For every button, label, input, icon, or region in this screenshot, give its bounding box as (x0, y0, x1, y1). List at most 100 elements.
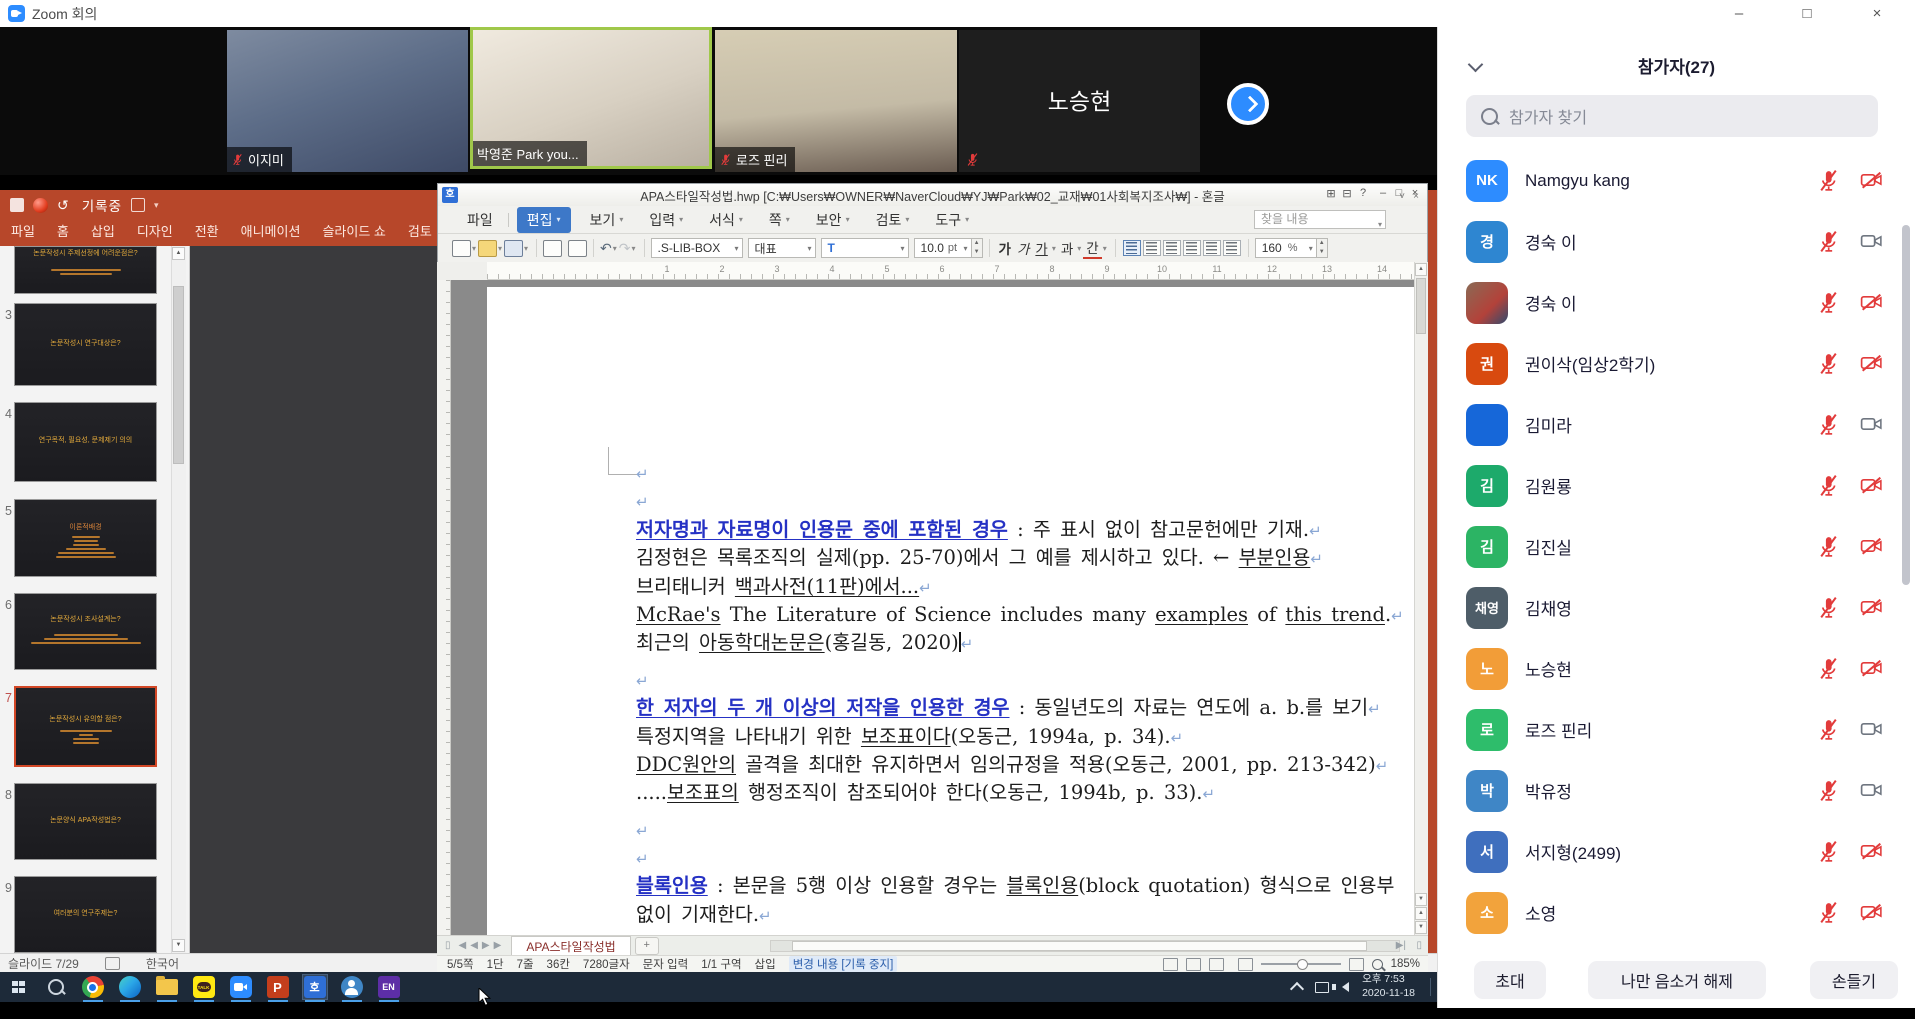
chevron-down-icon[interactable]: ▾ (524, 244, 528, 253)
document-tab[interactable]: APA스타일작성법 (511, 936, 630, 955)
zoom-dropdown[interactable]: 160%▾ (1255, 238, 1317, 258)
zoom-slider-knob[interactable] (1297, 959, 1308, 970)
chevron-down-icon[interactable]: ▾ (1103, 244, 1107, 253)
camera-off-icon[interactable] (1858, 595, 1885, 620)
participant-row[interactable]: 박 박유정 (1438, 760, 1915, 821)
align-justify-button[interactable] (1123, 240, 1141, 256)
horizontal-scroll-thumb[interactable] (792, 941, 1367, 951)
undo-icon[interactable]: ↶ (600, 240, 612, 257)
participant-search-input[interactable]: 참가자 찾기 (1466, 95, 1878, 137)
highlight-color-button[interactable]: 간 (1083, 237, 1101, 259)
qat-dropdown-icon[interactable]: ▾ (154, 200, 159, 211)
participant-row[interactable]: 노 노승현 (1438, 638, 1915, 699)
scroll-up-icon[interactable]: ▲ (172, 247, 185, 260)
mic-off-icon[interactable] (1816, 412, 1841, 437)
show-desktop-divider[interactable] (1430, 978, 1431, 996)
slide-thumbnail-3[interactable]: 논문작성시 연구대상은? (14, 303, 157, 386)
participant-row[interactable]: 김 김진실 (1438, 516, 1915, 577)
document-page[interactable]: ↵ ↵ 저자명과 자료명이 인용문 중에 포함된 경우 : 주 표시 없이 참고… (487, 287, 1414, 935)
camera-off-icon[interactable] (1858, 473, 1885, 498)
taskbar-powerpoint[interactable]: P (266, 975, 290, 999)
font-dropdown[interactable]: T▾ (821, 238, 909, 258)
camera-on-icon[interactable] (1858, 229, 1885, 254)
window-maximize-button[interactable]: □ (1784, 0, 1830, 27)
mic-off-icon[interactable] (1816, 229, 1841, 254)
undo-icon[interactable]: ↺ (57, 197, 69, 214)
chevron-down-icon[interactable]: ▾ (1077, 244, 1081, 253)
camera-off-icon[interactable] (1858, 534, 1885, 559)
zoom-stepper[interactable]: ▲▼ (1317, 238, 1328, 258)
mic-off-icon[interactable] (1816, 290, 1841, 315)
participant-row[interactable]: 서 서지형(2499) (1438, 821, 1915, 882)
redo-icon[interactable]: ↷ (619, 240, 631, 257)
view-mode-3-icon[interactable] (1209, 958, 1224, 971)
hwp-minimize-button[interactable]: – (1375, 187, 1391, 199)
menu-file[interactable]: 파일 (454, 207, 506, 233)
copy-format-icon[interactable] (568, 240, 587, 257)
zoom-in-icon[interactable] (1349, 958, 1364, 971)
scroll-down-icon[interactable]: ▼ (1415, 893, 1427, 906)
slide-thumbnail-5[interactable]: 이론적배경 (14, 499, 157, 577)
participant-row[interactable]: 경숙 이 (1438, 272, 1915, 333)
next-tab-icon[interactable]: ▶ (482, 940, 490, 951)
menu-review[interactable]: 검토▾ (863, 207, 923, 233)
taskbar-edge[interactable] (118, 975, 142, 999)
scroll-right-end-icon[interactable]: ▶| (1396, 940, 1406, 951)
zoom-out-icon[interactable] (1238, 958, 1253, 971)
slide-thumbnail-8[interactable]: 논문양식 APA작성법은? (14, 783, 157, 860)
menu-page[interactable]: 쪽▾ (756, 207, 803, 233)
video-tile-4-camera-off[interactable]: 노승현 (959, 30, 1200, 172)
window-close-button[interactable]: × (1854, 0, 1900, 27)
track-changes-indicator[interactable]: 변경 내용 [기록 중지] (789, 956, 898, 972)
mic-off-icon[interactable] (1816, 168, 1841, 193)
magnifier-icon[interactable] (1372, 959, 1383, 970)
camera-off-icon[interactable] (1858, 900, 1885, 925)
chevron-down-icon[interactable]: ▾ (632, 244, 636, 253)
slide-thumbnail-9[interactable]: 여러분의 연구주제는? (14, 876, 157, 953)
open-document-icon[interactable] (478, 240, 497, 257)
taskbar-search-button[interactable] (44, 975, 68, 999)
chevron-down-icon[interactable]: ▾ (1378, 216, 1382, 233)
unmute-me-button[interactable]: 나만 음소거 해제 (1588, 961, 1766, 999)
taskbar-people-app[interactable] (340, 975, 364, 999)
mic-off-icon[interactable] (1816, 534, 1841, 559)
display-icon[interactable] (1315, 982, 1329, 993)
display-settings-icon[interactable] (105, 957, 120, 970)
participant-row[interactable]: 채영 김채영 (1438, 577, 1915, 638)
view-mode-2-icon[interactable] (1186, 958, 1201, 971)
video-tile-2-active-speaker[interactable]: 박영준 Park you... (470, 27, 712, 169)
slide-thumbnail-2[interactable]: 논문작성시 주제선정에 어려운점은? (14, 246, 157, 294)
taskbar-kakaotalk[interactable]: TALK (192, 975, 216, 999)
slide-thumbnail-4[interactable]: 연구목적, 필요성, 문제제기 의의 (14, 402, 157, 482)
view-zoom-value[interactable]: 185% (1391, 958, 1420, 970)
ppt-tab-slideshow[interactable]: 슬라이드 쇼 (311, 221, 396, 246)
page-up-icon[interactable]: ▲ (1415, 907, 1427, 920)
find-close-icon[interactable]: × (1413, 191, 1419, 202)
language-indicator[interactable]: 한국어 (146, 955, 179, 972)
align-distribute-button[interactable] (1203, 240, 1221, 256)
find-input[interactable]: 찾을 내용 ▾ (1254, 210, 1386, 229)
ppt-tab-transitions[interactable]: 전환 (184, 221, 230, 246)
mic-off-icon[interactable] (1816, 656, 1841, 681)
invite-button[interactable]: 초대 (1474, 961, 1546, 999)
taskbar-file-explorer[interactable] (155, 975, 179, 999)
start-button[interactable] (7, 975, 31, 999)
ppt-tab-review[interactable]: 검토 (397, 221, 443, 246)
font-size-dropdown[interactable]: 10.0pt▾ (914, 238, 972, 258)
slide-thumbnail-6[interactable]: 논문작성시 조사설계는? (14, 593, 157, 670)
ppt-tab-insert[interactable]: 삽입 (80, 221, 126, 246)
ppt-tab-animations[interactable]: 애니메이션 (230, 221, 312, 246)
ppt-tab-home[interactable]: 홈 (46, 221, 80, 246)
participant-row[interactable]: 권 권이삭(임상2학기) (1438, 333, 1915, 394)
print-icon[interactable] (543, 240, 562, 257)
mic-off-icon[interactable] (1816, 778, 1841, 803)
char-color-button[interactable]: 과 (1058, 238, 1076, 258)
camera-on-icon[interactable] (1858, 778, 1885, 803)
camera-off-icon[interactable] (1858, 351, 1885, 376)
taskbar-chrome[interactable] (81, 975, 105, 999)
camera-off-icon[interactable] (1858, 290, 1885, 315)
hwp-split-icon[interactable]: ⊟ (1339, 187, 1355, 200)
mic-off-icon[interactable] (1816, 351, 1841, 376)
chevron-down-icon[interactable]: ▾ (613, 244, 617, 253)
participant-row[interactable]: 소 소영 (1438, 882, 1915, 943)
